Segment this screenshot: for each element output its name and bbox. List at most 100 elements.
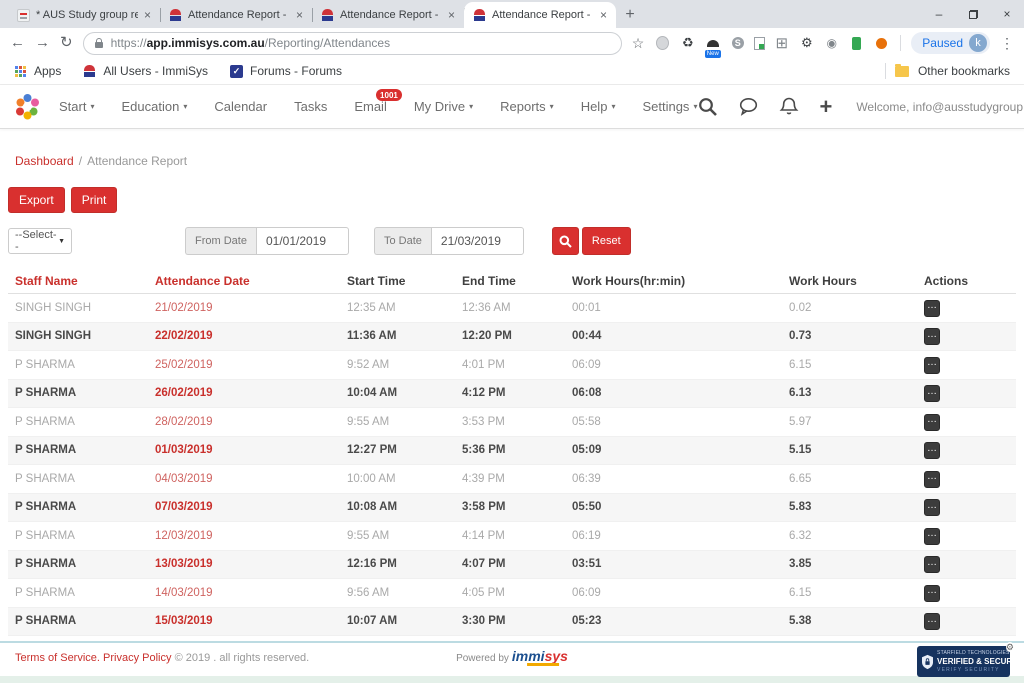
extension-icon[interactable]	[848, 35, 865, 52]
row-actions-button[interactable]: …	[924, 528, 940, 545]
extension-icon[interactable]	[873, 35, 890, 52]
extension-icon[interactable]: New	[704, 35, 721, 52]
search-button[interactable]	[552, 227, 579, 255]
column-header[interactable]: Actions	[917, 274, 1016, 288]
bookmark-label: Apps	[34, 64, 61, 78]
padlock-icon	[95, 42, 103, 48]
row-actions-button[interactable]: …	[924, 613, 940, 630]
nav-menu-item[interactable]: Reports ▾	[500, 99, 554, 114]
notifications-bell-icon[interactable]	[779, 96, 799, 117]
from-date-input[interactable]	[256, 227, 349, 255]
extension-icon[interactable]	[754, 37, 765, 50]
nav-menu-item[interactable]: Tasks	[294, 99, 327, 114]
immisys-footer-logo[interactable]: immisys	[512, 649, 568, 663]
column-header[interactable]: Attendance Date	[148, 274, 340, 288]
extension-icon[interactable]	[679, 35, 696, 52]
window-restore-button[interactable]	[956, 0, 990, 28]
table-row: P SHARMA 28/02/2019 9:55 AM 3:53 PM 05:5…	[8, 408, 1016, 437]
export-button[interactable]: Export	[8, 187, 65, 213]
extension-icon[interactable]	[773, 35, 790, 52]
row-actions-button[interactable]: …	[924, 300, 940, 317]
bookmark-item[interactable]: Apps	[14, 64, 61, 78]
row-actions-button[interactable]: …	[924, 328, 940, 345]
address-bar[interactable]: https://app.immisys.com.au/Reporting/Att…	[83, 32, 622, 55]
reset-button[interactable]: Reset	[582, 227, 631, 255]
window-close-button[interactable]: ×	[990, 0, 1024, 28]
cell-staff-name: P SHARMA	[8, 473, 148, 485]
to-date-input[interactable]	[431, 227, 524, 255]
cell-work-hours: 6.32	[782, 530, 917, 542]
reload-icon[interactable]: ↻	[60, 35, 73, 51]
staff-select-dropdown[interactable]: --Select-- ▼	[8, 228, 72, 254]
bookmark-label: All Users - ImmiSys	[103, 64, 208, 78]
row-actions-button[interactable]: …	[924, 414, 940, 431]
tab-close-icon[interactable]: ×	[296, 9, 303, 21]
privacy-policy-link[interactable]: Privacy Policy	[103, 652, 171, 664]
row-actions-button[interactable]: …	[924, 556, 940, 573]
row-actions-button[interactable]: …	[924, 385, 940, 402]
print-button[interactable]: Print	[71, 187, 118, 213]
tab-close-icon[interactable]: ×	[448, 9, 455, 21]
breadcrumb-dashboard-link[interactable]: Dashboard	[15, 154, 74, 168]
add-new-icon[interactable]: +	[819, 97, 832, 117]
to-date-label: To Date	[374, 227, 431, 255]
forward-icon[interactable]: →	[35, 35, 50, 51]
row-actions-button[interactable]: …	[924, 585, 940, 602]
cell-work-hours-hrmin: 03:51	[565, 558, 782, 570]
column-header[interactable]: Work Hours(hr:min)	[565, 274, 782, 288]
browser-tab[interactable]: * AUS Study group reporting tha ×	[8, 2, 160, 28]
search-icon[interactable]	[697, 96, 718, 117]
row-actions-button[interactable]: …	[924, 499, 940, 516]
nav-menu-item[interactable]: My Drive ▾	[414, 99, 473, 114]
aus-study-group-logo[interactable]	[14, 93, 41, 120]
tab-close-icon[interactable]: ×	[600, 9, 607, 21]
back-icon[interactable]: ←	[10, 35, 25, 51]
nav-menu-item[interactable]: Help ▾	[581, 99, 616, 114]
cell-start-time: 12:16 PM	[340, 558, 455, 570]
extension-icon[interactable]	[729, 35, 746, 52]
browser-title-bar: * AUS Study group reporting tha × Attend…	[0, 0, 1024, 28]
extension-icon[interactable]	[654, 35, 671, 52]
other-bookmarks-button[interactable]: Other bookmarks	[885, 63, 1010, 79]
chevron-down-icon: ▾	[469, 102, 473, 111]
cell-end-time: 4:12 PM	[455, 387, 565, 399]
verified-secured-badge[interactable]: STARFIELD TECHNOLOGIES VERIFIED & SECURE…	[917, 646, 1010, 677]
nav-menu-item[interactable]: Settings ▾	[642, 99, 697, 114]
column-header[interactable]: Start Time	[340, 274, 455, 288]
bookmark-item[interactable]: All Users - ImmiSys	[83, 64, 208, 78]
row-actions-button[interactable]: …	[924, 442, 940, 459]
bookmark-favicon-icon	[14, 65, 27, 78]
bookmark-item[interactable]: Forums - Forums	[230, 64, 342, 78]
browser-tab[interactable]: Attendance Report - ImmiSys ×	[160, 2, 312, 28]
profile-avatar[interactable]: k	[969, 34, 987, 52]
nav-menu-item[interactable]: Calendar	[214, 99, 267, 114]
browser-tab[interactable]: Attendance Report - ImmiSys ×	[312, 2, 464, 28]
bookmark-star-icon[interactable]: ☆	[632, 35, 645, 52]
extension-icon[interactable]	[798, 35, 815, 52]
cell-attendance-date: 14/03/2019	[148, 587, 340, 599]
nav-menu-item[interactable]: Education ▾	[121, 99, 187, 114]
tab-title: * AUS Study group reporting tha	[36, 9, 138, 21]
chat-icon[interactable]	[738, 96, 759, 117]
terms-of-service-link[interactable]: Terms of Service.	[15, 652, 100, 664]
new-tab-button[interactable]: +	[616, 2, 644, 28]
chrome-menu-icon[interactable]: ⋮	[1000, 35, 1014, 52]
user-account-menu[interactable]: Welcome, info@ausstudygroup.com.au ▾	[856, 100, 1024, 114]
column-header[interactable]: End Time	[455, 274, 565, 288]
nav-menu-item[interactable]: Start ▾	[59, 99, 94, 114]
window-minimize-button[interactable]: –	[922, 0, 956, 28]
browser-tab[interactable]: Attendance Report - ImmiSys ×	[464, 2, 616, 28]
cell-attendance-date: 15/03/2019	[148, 615, 340, 627]
row-actions-button[interactable]: …	[924, 357, 940, 374]
tab-close-icon[interactable]: ×	[144, 9, 151, 21]
report-toolbar: Export Print	[8, 187, 1024, 213]
column-header[interactable]: Work Hours	[782, 274, 917, 288]
row-actions-button[interactable]: …	[924, 471, 940, 488]
nav-menu-item[interactable]: Email 1001	[354, 99, 387, 114]
extension-icon[interactable]	[823, 35, 840, 52]
column-header[interactable]: Staff Name	[8, 274, 148, 288]
page-footer: Terms of Service. Privacy Policy © 2019 …	[0, 641, 1024, 683]
sync-paused-button[interactable]: Paused k	[911, 32, 990, 54]
cell-attendance-date: 21/02/2019	[148, 302, 340, 314]
cell-work-hours: 5.15	[782, 444, 917, 456]
